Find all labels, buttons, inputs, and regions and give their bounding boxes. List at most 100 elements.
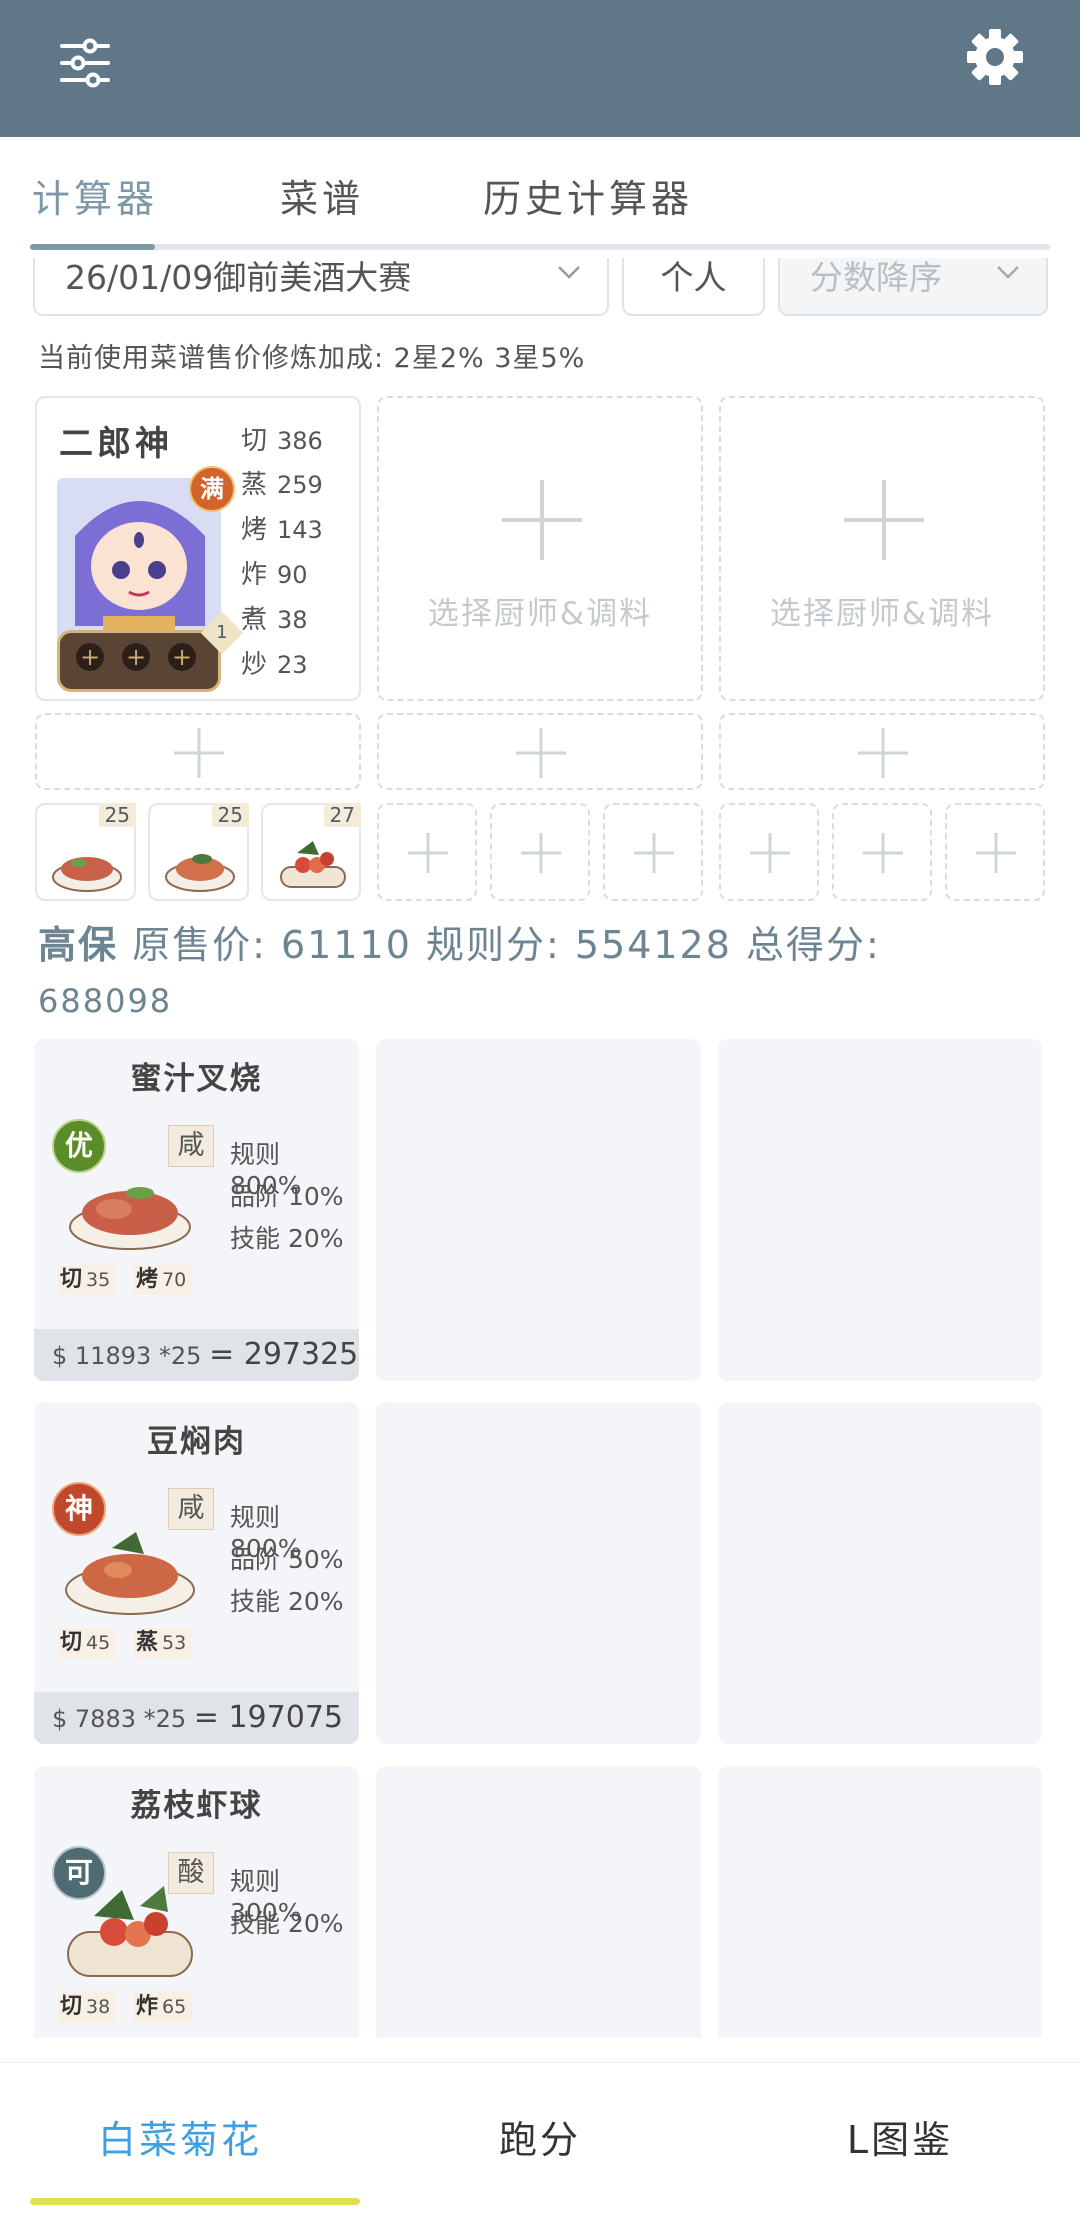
empty-recipe-slot[interactable] (945, 803, 1045, 901)
chef-stat: 烤 143 (241, 515, 323, 545)
empty-dish-slot[interactable] (718, 1402, 1042, 1744)
dish-name: 豆焖肉 (147, 1424, 246, 1460)
dish-image (69, 1187, 191, 1250)
skill-tag: 蒸 53 (134, 1628, 193, 1658)
tab-active-indicator (30, 244, 155, 250)
price-total: = 197075 (193, 1700, 343, 1735)
chef-stat: 煮 38 (241, 605, 308, 635)
score-summary: 高保 原售价: 61110 规则分: 554128 总得分: 688098 (38, 918, 1048, 1028)
event-select[interactable]: 26/01/09御前美酒大赛 (33, 258, 609, 316)
empty-recipe-slot[interactable] (832, 803, 932, 901)
dish-card[interactable]: 荔枝虾球 可 酸 规则 300% 技能 20% 切 38 炸 65 (34, 1766, 359, 2038)
tab-underline (30, 244, 1050, 250)
empty-chef-slot[interactable]: 选择厨师&调料 (377, 396, 703, 701)
nav-chef-tab[interactable]: 白菜菊花 (0, 2109, 360, 2164)
sort-select-value: 分数降序 (810, 258, 942, 297)
skill-tag: 炸 65 (134, 1992, 193, 2022)
price-bar: $ 11893 *25 = 297325 (34, 1329, 359, 1381)
price-formula: $ 11893 *25 (52, 1342, 202, 1370)
flavor-tag: 咸 (168, 1488, 214, 1530)
recipe-count: 27 (323, 803, 361, 827)
plus-icon (863, 833, 903, 873)
dish-image (65, 1532, 195, 1615)
tab-history-calculator[interactable]: 历史计算器 (483, 168, 693, 223)
dish-image (280, 841, 346, 888)
recipe-count: 25 (211, 803, 249, 827)
price-bar: $ 7883 *25 = 197075 (34, 1692, 359, 1744)
dish-image (67, 1886, 193, 1977)
summary-total: 688098 (38, 982, 173, 1020)
empty-dish-slot[interactable] (718, 1766, 1042, 2038)
dish-name: 蜜汁叉烧 (130, 1061, 263, 1097)
plus-icon (174, 728, 224, 778)
skill-tag: 切 45 (58, 1628, 117, 1658)
empty-dish-slot[interactable] (376, 1039, 701, 1381)
summary-scores: 原售价: 61110 规则分: 554128 总得分: (132, 923, 881, 967)
empty-dish-slot[interactable] (376, 1402, 701, 1744)
chef-stat: 蒸 259 (241, 470, 323, 500)
app-header (0, 0, 1080, 137)
dish-name: 荔枝虾球 (130, 1788, 263, 1824)
skill-tag: 烤 70 (134, 1265, 193, 1295)
chef-name: 二郎神 (59, 424, 173, 464)
rank-badge: 优 (52, 1119, 106, 1173)
gear-icon[interactable] (960, 22, 1030, 92)
seasoning-slots[interactable]: + + + (57, 630, 221, 692)
flavor-tag: 咸 (168, 1125, 214, 1167)
plus-icon (858, 728, 908, 778)
multiplier: 技能 20% (230, 1224, 344, 1253)
plus-icon (516, 728, 566, 778)
recipe-slot[interactable]: 25 (35, 803, 136, 901)
full-badge: 满 (189, 466, 235, 512)
empty-dish-slot[interactable] (376, 1766, 701, 2038)
multiplier: 品阶 10% (230, 1182, 344, 1211)
equipment-slot[interactable] (35, 713, 361, 790)
mode-select[interactable]: 个人 (622, 258, 765, 316)
empty-recipe-slot[interactable] (603, 803, 703, 901)
sort-select[interactable]: 分数降序 (778, 258, 1048, 316)
plus-icon (750, 833, 790, 873)
equipment-slot[interactable] (719, 713, 1045, 790)
recipe-slot[interactable]: 25 (148, 803, 249, 901)
chef-stat: 炸 90 (241, 560, 308, 590)
empty-slot-label: 选择厨师&调料 (427, 596, 653, 632)
multiplier: 技能 20% (230, 1909, 344, 1938)
summary-title: 高保 (38, 923, 119, 967)
chef-stat: 炒 23 (241, 650, 308, 680)
mode-select-value: 个人 (660, 258, 727, 297)
chevron-down-icon (558, 266, 580, 279)
sliders-icon[interactable] (50, 28, 120, 98)
plus-icon (408, 833, 448, 873)
plus-icon (844, 480, 924, 560)
plus-icon (502, 480, 582, 560)
price-bonus-text: 当前使用菜谱售价修炼加成: 2星2% 3星5% (38, 343, 586, 374)
plus-icon (634, 833, 674, 873)
dish-card[interactable]: 豆焖肉 神 咸 规则 800% 品阶 50% 技能 20% 切 45 蒸 53 $ … (34, 1402, 359, 1744)
plus-icon[interactable]: + (168, 643, 196, 671)
empty-slot-label: 选择厨师&调料 (769, 596, 995, 632)
plus-icon[interactable]: + (122, 643, 150, 671)
tab-recipes[interactable]: 菜谱 (280, 168, 364, 223)
recipe-count: 25 (98, 803, 136, 827)
price-formula: $ 7883 *25 (52, 1705, 187, 1733)
plus-icon[interactable]: + (76, 643, 104, 671)
price-total: = 297325 (209, 1337, 359, 1372)
tab-calculator[interactable]: 计算器 (32, 168, 158, 223)
empty-recipe-slot[interactable] (490, 803, 590, 901)
plus-icon (976, 833, 1016, 873)
nav-score-tab[interactable]: 跑分 (360, 2109, 720, 2164)
chevron-down-icon (997, 266, 1019, 279)
empty-chef-slot[interactable]: 选择厨师&调料 (719, 396, 1045, 701)
empty-recipe-slot[interactable] (719, 803, 819, 901)
bottom-nav: 白菜菊花 跑分 L图鉴 (0, 2062, 1080, 2219)
multiplier: 品阶 50% (230, 1545, 344, 1574)
skill-tag: 切 38 (58, 1992, 117, 2022)
nav-codex-tab[interactable]: L图鉴 (720, 2109, 1080, 2164)
chef-card[interactable]: 二郎神 满 + + + 1 切 386 蒸 259 烤 143 炸 90 煮 38 炒 23 (35, 396, 361, 701)
empty-recipe-slot[interactable] (377, 803, 477, 901)
recipe-slot[interactable]: 27 (261, 803, 361, 901)
multiplier: 技能 20% (230, 1587, 344, 1616)
empty-dish-slot[interactable] (718, 1039, 1042, 1381)
equipment-slot[interactable] (377, 713, 703, 790)
dish-card[interactable]: 蜜汁叉烧 优 咸 规则 800% 品阶 10% 技能 20% 切 35 烤 70 $… (34, 1039, 359, 1381)
